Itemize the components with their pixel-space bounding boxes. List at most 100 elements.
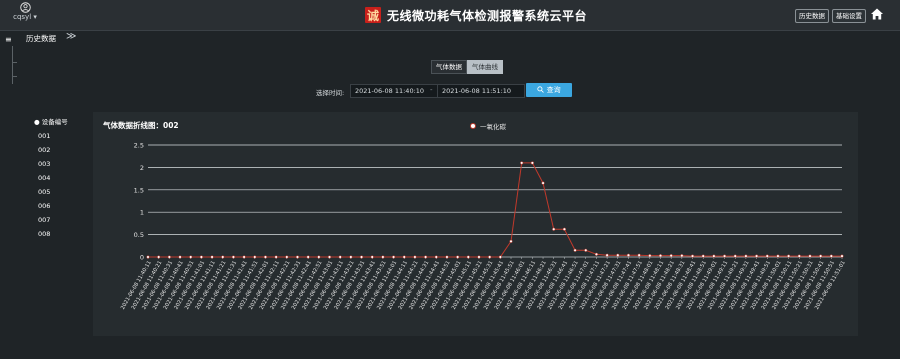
start-time-input[interactable]: 2021-06-08 11:40:10 (350, 84, 438, 98)
data-point[interactable] (167, 255, 171, 259)
data-point[interactable] (178, 255, 182, 259)
data-point[interactable] (413, 255, 417, 259)
data-point[interactable] (509, 239, 513, 243)
basic-settings-button[interactable]: 基础设置 (832, 9, 866, 23)
data-point[interactable] (680, 254, 684, 258)
device-item-001[interactable]: 001 (38, 132, 50, 140)
data-point[interactable] (349, 255, 353, 259)
data-point[interactable] (840, 254, 844, 258)
app-title: 无线微功耗气体检测报警系统云平台 (387, 8, 588, 23)
username: cqsyl (13, 13, 32, 21)
device-item-004[interactable]: 004 (38, 174, 50, 182)
data-point[interactable] (370, 255, 374, 259)
search-icon (537, 86, 545, 93)
data-point[interactable] (733, 254, 737, 258)
device-item-005[interactable]: 005 (38, 188, 50, 196)
data-point[interactable] (146, 255, 150, 259)
home-icon[interactable] (870, 7, 884, 21)
data-point[interactable] (530, 161, 534, 165)
data-point[interactable] (456, 255, 460, 259)
data-point[interactable] (765, 254, 769, 258)
data-point[interactable] (434, 255, 438, 259)
data-point[interactable] (231, 255, 235, 259)
query-button[interactable]: 查询 (526, 83, 572, 97)
series-line (148, 162, 842, 258)
data-point[interactable] (402, 255, 406, 259)
data-point[interactable] (648, 254, 652, 258)
data-point[interactable] (498, 255, 502, 259)
data-point[interactable] (584, 248, 588, 252)
data-point[interactable] (723, 254, 727, 258)
data-point[interactable] (317, 255, 321, 259)
app-logo: 诚 (365, 7, 381, 23)
data-point[interactable] (338, 255, 342, 259)
data-point[interactable] (253, 255, 257, 259)
data-point[interactable] (637, 253, 641, 257)
data-point[interactable] (306, 255, 310, 259)
toggle-gas-data[interactable]: 气体数据 (431, 60, 467, 74)
data-point[interactable] (285, 255, 289, 259)
device-item-002[interactable]: 002 (38, 146, 50, 154)
data-point[interactable] (594, 252, 598, 256)
data-point[interactable] (787, 254, 791, 258)
device-item-003[interactable]: 003 (38, 160, 50, 168)
end-time-input[interactable]: 2021-06-08 11:51:10 (437, 84, 525, 98)
data-point[interactable] (616, 253, 620, 257)
menu-toggle-icon[interactable]: ≡ (5, 35, 12, 44)
data-point[interactable] (552, 227, 556, 231)
app-header: 诚 无线微功耗气体检测报警系统云平台 (365, 6, 587, 24)
data-point[interactable] (445, 255, 449, 259)
device-item-008[interactable]: 008 (38, 230, 50, 238)
data-point[interactable] (424, 255, 428, 259)
data-point[interactable] (381, 255, 385, 259)
data-point[interactable] (669, 254, 673, 258)
data-point[interactable] (776, 254, 780, 258)
data-point[interactable] (573, 248, 577, 252)
data-point[interactable] (541, 181, 545, 185)
toggle-gas-curve[interactable]: 气体曲线 (467, 60, 503, 74)
tree-connector (12, 76, 17, 77)
data-point[interactable] (199, 255, 203, 259)
data-point[interactable] (392, 255, 396, 259)
data-point[interactable] (263, 255, 267, 259)
data-point[interactable] (157, 255, 161, 259)
device-item-007[interactable]: 007 (38, 216, 50, 224)
data-point[interactable] (488, 255, 492, 259)
double-chevron-right-icon[interactable]: ≫ (66, 31, 76, 42)
data-point[interactable] (626, 253, 631, 257)
user-menu[interactable]: cqsyl ▾ (10, 2, 40, 22)
data-point[interactable] (690, 254, 695, 258)
data-point[interactable] (797, 254, 801, 258)
device-item-006[interactable]: 006 (38, 202, 50, 210)
y-tick-label: 2.5 (134, 142, 144, 150)
data-point[interactable] (210, 255, 214, 259)
data-point[interactable] (808, 254, 812, 258)
tree-connector (12, 62, 17, 63)
data-point[interactable] (829, 254, 833, 258)
data-point[interactable] (755, 254, 759, 258)
data-point[interactable] (359, 255, 364, 259)
data-point[interactable] (520, 161, 524, 165)
data-point[interactable] (221, 255, 225, 259)
data-point[interactable] (562, 227, 566, 231)
data-point[interactable] (295, 255, 300, 259)
data-point[interactable] (819, 254, 823, 258)
data-point[interactable] (477, 255, 481, 259)
line-chart: 00.511.522.52021-06-08 11:40:112021-06-0… (120, 142, 847, 311)
time-range-label: 选择时间: (316, 89, 345, 97)
data-point[interactable] (189, 255, 193, 259)
data-point[interactable] (242, 255, 246, 259)
data-point[interactable] (712, 254, 716, 258)
query-button-label: 查询 (546, 86, 561, 94)
tab-history-data[interactable]: 历史数据 (26, 33, 56, 44)
history-data-button[interactable]: 历史数据 (795, 9, 829, 23)
data-point[interactable] (327, 255, 332, 259)
data-point[interactable] (744, 254, 748, 258)
data-point[interactable] (466, 255, 470, 259)
data-point[interactable] (274, 255, 278, 259)
y-tick-label: 0 (140, 254, 144, 262)
data-point[interactable] (701, 254, 705, 258)
data-point[interactable] (658, 254, 663, 258)
data-point[interactable] (605, 253, 609, 257)
y-tick-label: 0.5 (134, 231, 144, 239)
